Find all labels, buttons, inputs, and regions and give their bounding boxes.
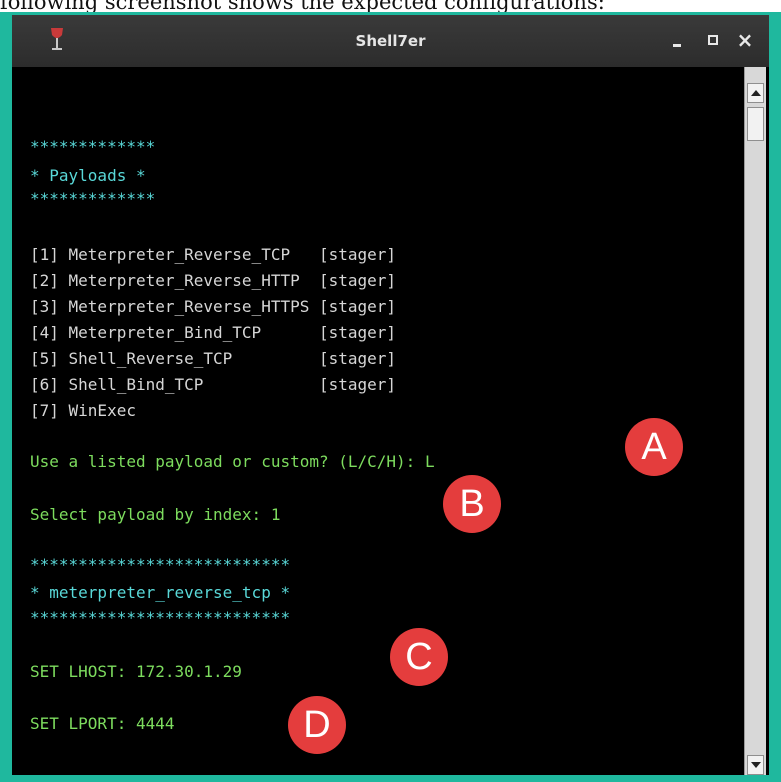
screenshot-frame: Shell7er × ************* * Payloads * **… <box>0 12 781 782</box>
set-lport-line: SET LPORT: 4444 <box>30 714 175 733</box>
window-title: Shell7er <box>355 32 426 50</box>
vertical-scrollbar[interactable] <box>744 67 766 775</box>
selected-payload-header: * meterpreter_reverse_tcp * <box>30 583 291 602</box>
stars-line: ************* <box>30 137 156 156</box>
prompt-payload-index: Select payload by index: 1 <box>30 505 281 524</box>
stars-line: ************* <box>30 189 156 208</box>
payload-item-5: [5] Shell_Reverse_TCP [stager] <box>30 349 397 368</box>
annotation-marker-b: B <box>443 475 501 533</box>
payload-item-6: [6] Shell_Bind_TCP [stager] <box>30 375 397 394</box>
close-button[interactable]: × <box>732 27 758 53</box>
scroll-thumb[interactable] <box>747 107 764 141</box>
stars-line: *************************** <box>30 555 291 574</box>
payload-item-2: [2] Meterpreter_Reverse_HTTP [stager] <box>30 271 397 290</box>
title-bar[interactable]: Shell7er × <box>12 15 769 67</box>
scroll-down-button[interactable] <box>747 755 764 775</box>
payload-item-1: [1] Meterpreter_Reverse_TCP [stager] <box>30 245 397 264</box>
annotation-marker-c: C <box>390 628 448 686</box>
prompt-listed-or-custom: Use a listed payload or custom? (L/C/H):… <box>30 452 435 471</box>
payload-item-7: [7] WinExec <box>30 401 136 420</box>
terminal-output[interactable]: ************* * Payloads * *************… <box>30 67 730 775</box>
minimize-button[interactable] <box>664 27 690 53</box>
payload-item-4: [4] Meterpreter_Bind_TCP [stager] <box>30 323 397 342</box>
stars-line: *************************** <box>30 608 291 627</box>
set-lhost-line: SET LHOST: 172.30.1.29 <box>30 662 242 681</box>
annotation-marker-d: D <box>288 696 346 754</box>
payloads-header: * Payloads * <box>30 166 146 185</box>
scroll-up-button[interactable] <box>747 83 764 103</box>
maximize-button[interactable] <box>700 27 726 53</box>
annotation-marker-a: A <box>625 418 683 476</box>
payload-item-3: [3] Meterpreter_Reverse_HTTPS [stager] <box>30 297 397 316</box>
